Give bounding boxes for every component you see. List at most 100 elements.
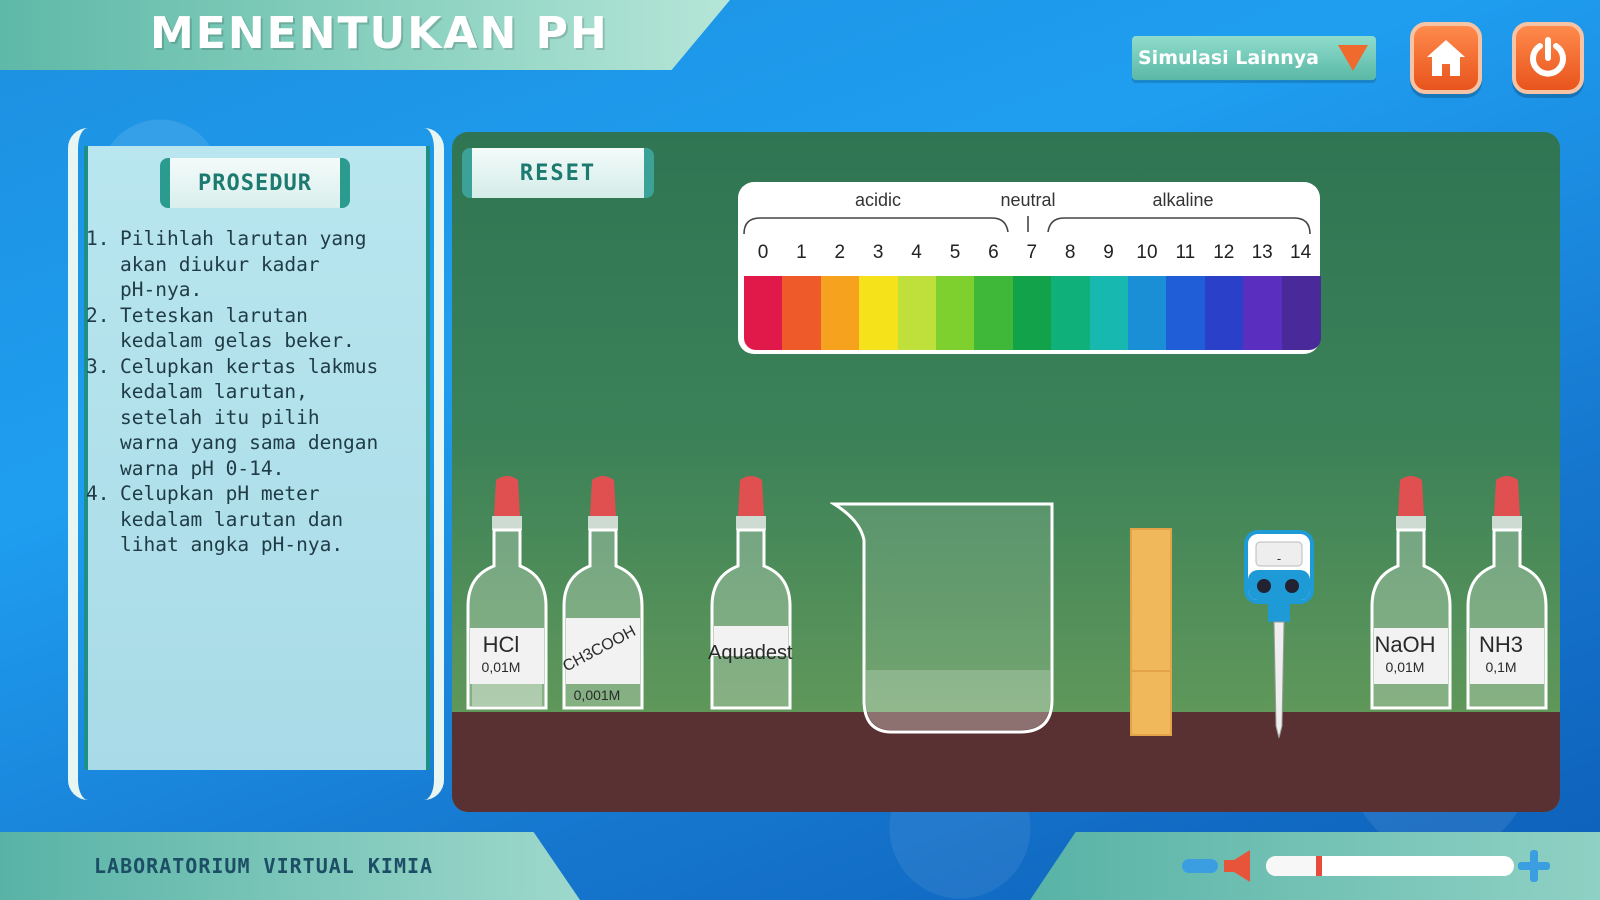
- ph-swatch-5[interactable]: [936, 276, 975, 350]
- ph-number-9: 9: [1103, 242, 1114, 263]
- ph-swatch-9[interactable]: [1089, 276, 1129, 350]
- naoh-bottle[interactable]: [1368, 476, 1454, 716]
- volume-fill: [1266, 856, 1316, 876]
- ph-number-12: 12: [1213, 242, 1235, 263]
- ch3cooh-bottle[interactable]: [560, 476, 646, 716]
- ph-number-3: 3: [872, 242, 884, 263]
- home-icon: [1427, 40, 1465, 76]
- footer-title: LABORATORIUM VIRTUAL KIMIA: [94, 854, 434, 878]
- procedure-step: 3. Celupkan kertas lakmus kedalam laruta…: [86, 354, 432, 482]
- ph-group-brackets: [743, 216, 1311, 235]
- ph-group-neutral: neutral: [1000, 190, 1056, 210]
- dropper-bulb: [590, 476, 616, 516]
- ph-number-14: 14: [1290, 242, 1312, 263]
- reset-button[interactable]: RESET: [462, 148, 654, 198]
- step-number: 1.: [86, 227, 110, 250]
- ph-meter-neck: [1268, 602, 1290, 622]
- bottle-cap: [588, 516, 618, 530]
- ph-meter-button: [1257, 579, 1271, 593]
- ph-swatch-7[interactable]: [1012, 276, 1052, 350]
- beaker[interactable]: [830, 500, 1058, 740]
- aquadest-label: Aquadest: [708, 642, 793, 664]
- hcl-bottle[interactable]: [464, 476, 550, 716]
- volume-down-button[interactable]: [1182, 859, 1218, 873]
- step-text: Celupkan pH meter kedalam larutan dan li…: [120, 482, 344, 556]
- ph-number-11: 11: [1175, 242, 1196, 263]
- ph-scale-chart: acidic neutral alkaline 0 1 2 3 4 5 6 7 8 9 10 11 12…: [738, 182, 1321, 354]
- beaker-liquid: [866, 670, 1050, 730]
- dropper-bulb: [494, 476, 520, 516]
- bottle-concentration: 0,1M: [1485, 659, 1517, 675]
- ph-number-10: 10: [1136, 242, 1158, 263]
- nh3-bottle[interactable]: [1464, 476, 1550, 716]
- ph-number-8: 8: [1064, 242, 1076, 263]
- step-number: 3.: [86, 354, 110, 378]
- ph-number-6: 6: [988, 242, 999, 263]
- aquadest-bottle[interactable]: [708, 476, 794, 716]
- procedure-list: 1. Pilihlah larutan yang akan diukur kad…: [86, 226, 432, 558]
- volume-up-button[interactable]: [1518, 850, 1550, 882]
- bottle-glass: [710, 528, 792, 710]
- ph-swatch-11[interactable]: [1166, 276, 1206, 350]
- litmus-divider: [1132, 670, 1170, 672]
- procedure-tab: PROSEDUR: [160, 158, 350, 208]
- hcl-label: HCl 0,01M: [464, 634, 538, 678]
- bottle-name: NaOH: [1374, 632, 1436, 657]
- dropper-bulb: [1398, 476, 1424, 516]
- other-simulations-dropdown[interactable]: Simulasi Lainnya: [1132, 36, 1376, 80]
- ph-number-7: 7: [1026, 242, 1038, 263]
- ph-meter-button: [1285, 579, 1299, 593]
- step-number: 4.: [86, 482, 110, 505]
- home-button[interactable]: [1410, 22, 1482, 94]
- ph-swatch-2[interactable]: [820, 276, 860, 350]
- ph-swatch-10[interactable]: [1128, 276, 1167, 350]
- ph-swatch-0[interactable]: [744, 276, 783, 350]
- ph-meter-value: -: [1276, 551, 1282, 566]
- ph-number-4: 4: [911, 242, 922, 263]
- bottle-concentration: 0,01M: [481, 659, 521, 675]
- bottle-cap: [736, 516, 766, 530]
- ph-swatch-1[interactable]: [782, 276, 822, 350]
- power-icon: [1530, 37, 1566, 77]
- reset-label: RESET: [519, 160, 597, 186]
- naoh-label: NaOH 0,01M: [1368, 634, 1442, 678]
- ph-swatch-14[interactable]: [1281, 276, 1321, 350]
- bottle-cap: [492, 516, 522, 530]
- step-text: Teteskan larutan kedalam gelas beker.: [120, 303, 355, 353]
- ph-number-5: 5: [949, 242, 961, 263]
- litmus-paper[interactable]: [1130, 528, 1172, 736]
- nh3-label: NH3 0,1M: [1464, 634, 1538, 678]
- ph-number-1: 1: [796, 242, 807, 263]
- bottle-name: HCl: [482, 632, 520, 657]
- ph-number-13: 13: [1251, 242, 1273, 263]
- procedure-step: 4. Celupkan pH meter kedalam larutan dan…: [86, 481, 432, 558]
- ph-group-alkaline: alkaline: [1152, 190, 1214, 210]
- ph-swatch-8[interactable]: [1051, 276, 1091, 350]
- ch3cooh-concentration: 0,001M: [573, 687, 621, 703]
- step-text: Celupkan kertas lakmus kedalam larutan, …: [120, 354, 379, 480]
- ph-number-0: 0: [757, 242, 769, 263]
- ph-swatch-4[interactable]: [897, 276, 937, 350]
- procedure-step: 2. Teteskan larutan kedalam gelas beker.: [86, 303, 432, 354]
- ph-swatch-13[interactable]: [1243, 276, 1283, 350]
- step-number: 2.: [86, 303, 110, 327]
- ph-number-2: 2: [834, 242, 846, 263]
- volume-slider[interactable]: [1266, 856, 1514, 876]
- other-simulations-label: Simulasi Lainnya: [1138, 47, 1319, 69]
- ph-swatch-3[interactable]: [859, 276, 899, 350]
- dropper-bulb: [738, 476, 764, 516]
- bottle-cap: [1492, 516, 1522, 530]
- ph-swatch-12[interactable]: [1204, 276, 1244, 350]
- procedure-title: PROSEDUR: [198, 170, 312, 196]
- volume-knob[interactable]: [1315, 856, 1322, 876]
- step-text: Pilihlah larutan yang akan diukur kadar …: [120, 227, 367, 301]
- dropper-bulb: [1494, 476, 1520, 516]
- chevron-down-icon: [1338, 45, 1368, 71]
- ph-group-acidic: acidic: [854, 190, 902, 210]
- ph-meter-probe: [1273, 621, 1285, 739]
- page-title: MENENTUKAN PH: [150, 8, 609, 59]
- speaker-icon[interactable]: [1222, 848, 1260, 884]
- power-button[interactable]: [1512, 22, 1584, 94]
- ph-swatch-6[interactable]: [974, 276, 1014, 350]
- procedure-step: 1. Pilihlah larutan yang akan diukur kad…: [86, 226, 432, 303]
